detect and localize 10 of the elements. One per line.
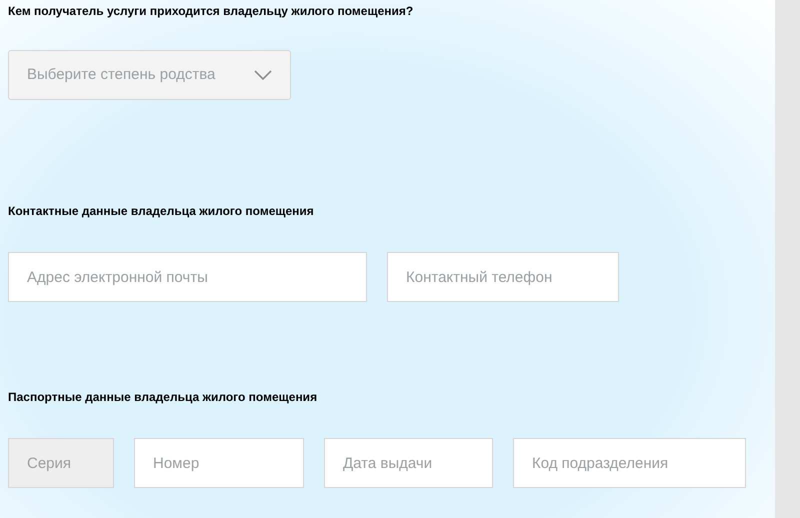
input-field[interactable]: Номер [134,438,304,488]
input-field[interactable]: Адрес электронной почты [8,252,367,302]
section-heading: Кем получатель услуги приходится владельцу жилого помещения? [8,4,414,18]
relationship-select[interactable]: Выберите степень родства [8,50,291,100]
chevron-down-icon [254,70,272,80]
section-heading: Контактные данные владельца жилого помещения [8,204,315,218]
input-field[interactable]: Дата выдачи [324,438,493,488]
section-heading: Паспортные данные владельца жилого помещения [8,390,318,404]
input-field[interactable]: Код подразделения [513,438,746,488]
input-field[interactable]: Контактный телефон [387,252,619,302]
